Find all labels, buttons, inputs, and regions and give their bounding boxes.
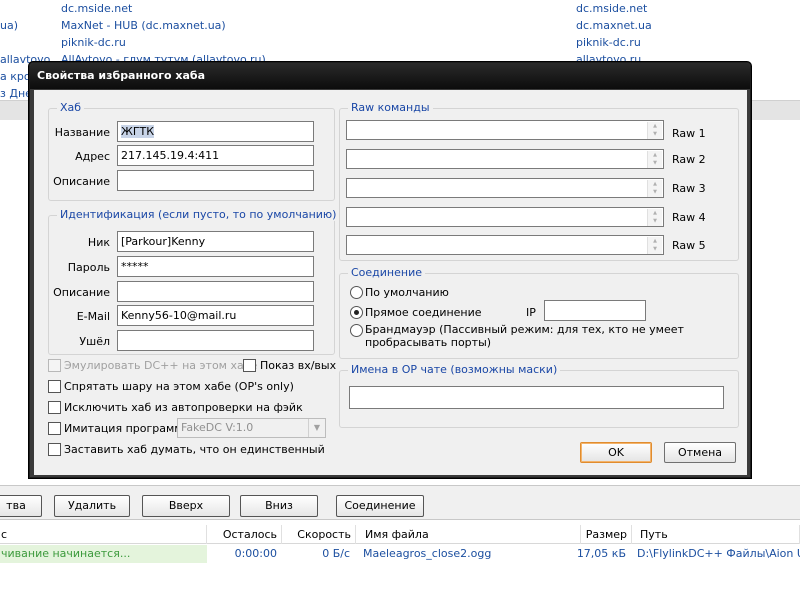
raw-1-input[interactable]: ▲ ▼	[346, 120, 664, 140]
delete-button[interactable]: Удалить	[54, 495, 130, 517]
connection-firewall-label: Брандмауэр (Пассивный режим: для тех, кт…	[365, 323, 684, 349]
away-input[interactable]	[117, 330, 314, 351]
list-item[interactable]: dc.mside.net	[576, 0, 647, 17]
move-down-button[interactable]: Вниз	[240, 495, 318, 517]
column-header-status[interactable]: с	[0, 525, 207, 544]
hub-name-value: ЖГТК	[121, 125, 155, 138]
connection-group-label: Соединение	[348, 266, 426, 279]
list-item[interactable]: dc.maxnet.ua	[576, 17, 652, 34]
connection-direct-label: Прямое соединение	[365, 306, 482, 319]
emulate-dc-checkbox[interactable]	[48, 359, 61, 372]
queue-speed: 0 Б/с	[322, 547, 350, 560]
hide-share-label: Спрятать шару на этом хабе (OP's only)	[64, 380, 294, 393]
queue-remaining: 0:00:00	[234, 547, 277, 560]
password-input[interactable]: *****	[117, 256, 314, 277]
queue-path: D:\FlylinkDC++ Файлы\Aion UA 2	[637, 547, 800, 560]
column-header-filename[interactable]: Имя файла	[361, 525, 581, 544]
nick-label: Ник	[87, 236, 110, 249]
queue-filename: Maeleagros_close2.ogg	[363, 547, 492, 560]
hub-name-label: Название	[54, 126, 110, 139]
toolbar-button-partial[interactable]: тва	[0, 495, 42, 517]
raw-5-input[interactable]: ▲ ▼	[346, 235, 664, 255]
email-label: E-Mail	[76, 310, 110, 323]
raw-2-input[interactable]: ▲ ▼	[346, 149, 664, 169]
op-chat-names-input[interactable]	[349, 386, 724, 409]
imitate-program-select[interactable]: FakeDC V:1.0 ▼	[177, 418, 326, 438]
show-joins-label: Показ вх/вых	[260, 359, 337, 372]
connection-firewall-radio[interactable]	[350, 324, 363, 337]
password-label: Пароль	[67, 261, 110, 274]
ip-label: IP	[526, 306, 536, 319]
hub-name-input[interactable]: ЖГТК	[117, 121, 314, 142]
list-item[interactable]: piknik-dc.ru	[61, 34, 126, 51]
raw-3-label: Raw 3	[672, 182, 706, 195]
nick-input[interactable]: [Parkour]Kenny	[117, 231, 314, 252]
connection-default-label: По умолчанию	[365, 286, 449, 299]
imitate-program-value: FakeDC V:1.0	[181, 421, 254, 434]
exclude-fake-check-label: Исключить хаб из автопроверки на фэйк	[64, 401, 303, 414]
connection-button[interactable]: Соединение	[336, 495, 424, 517]
raw-4-input[interactable]: ▲ ▼	[346, 207, 664, 227]
queue-size: 17,05 кБ	[576, 547, 626, 560]
column-header-speed[interactable]: Скорость	[282, 525, 356, 544]
imitate-program-checkbox[interactable]	[48, 422, 61, 435]
column-header-remaining[interactable]: Осталось	[207, 525, 282, 544]
chevron-down-icon[interactable]: ▼	[308, 419, 325, 437]
list-item[interactable]: piknik-dc.ru	[576, 34, 641, 51]
column-header-size[interactable]: Размер	[560, 525, 632, 544]
hub-address-input[interactable]: 217.145.19.4:411	[117, 145, 314, 166]
ident-description-input[interactable]	[117, 281, 314, 302]
table-row[interactable]: чивание начинается... 0:00:00 0 Б/с Mael…	[0, 545, 800, 563]
only-hub-checkbox[interactable]	[48, 443, 61, 456]
ok-button[interactable]: OK	[580, 442, 652, 463]
radio-selected-dot	[354, 310, 359, 315]
emulate-dc-label: Эмулировать DC++ на этом хабе	[64, 359, 258, 372]
queue-toolbar: тва Удалить Вверх Вниз Соединение	[0, 491, 800, 520]
queue-status: чивание начинается...	[0, 545, 207, 563]
hub-group-label: Хаб	[57, 101, 85, 114]
list-item[interactable]: MaxNet - HUB (dc.maxnet.ua)	[61, 17, 226, 34]
identification-group-label: Идентификация (если пусто, то по умолчан…	[57, 208, 340, 221]
exclude-fake-check-checkbox[interactable]	[48, 401, 61, 414]
email-input[interactable]: Kenny56-10@mail.ru	[117, 305, 314, 326]
hub-description-input[interactable]	[117, 170, 314, 191]
cancel-button[interactable]: Отмена	[664, 442, 736, 463]
raw-2-label: Raw 2	[672, 153, 706, 166]
connection-default-radio[interactable]	[350, 286, 363, 299]
only-hub-label: Заставить хаб думать, что он единственны…	[64, 443, 325, 456]
connection-direct-radio[interactable]	[350, 306, 363, 319]
move-up-button[interactable]: Вверх	[142, 495, 230, 517]
hide-share-checkbox[interactable]	[48, 380, 61, 393]
dialog-title[interactable]: Свойства избранного хаба	[30, 63, 750, 89]
raw-3-input[interactable]: ▲ ▼	[346, 178, 664, 198]
raw-4-label: Raw 4	[672, 211, 706, 224]
list-item[interactable]: dc.mside.net	[61, 0, 132, 17]
imitate-program-label: Имитация программы	[64, 422, 192, 435]
list-item[interactable]: ua)	[0, 17, 18, 34]
hub-address-label: Адрес	[75, 150, 110, 163]
ip-input[interactable]	[544, 300, 646, 321]
raw-1-label: Raw 1	[672, 127, 706, 140]
raw-5-label: Raw 5	[672, 239, 706, 252]
column-header-path[interactable]: Путь	[636, 525, 800, 544]
show-joins-checkbox[interactable]	[243, 359, 256, 372]
hub-description-label: Описание	[53, 175, 110, 188]
dialog-client-area: Хаб Название ЖГТК Адрес 217.145.19.4:411…	[34, 90, 747, 475]
favorite-hub-properties-dialog: Свойства избранного хаба Хаб Название ЖГ…	[29, 62, 751, 478]
away-label: Ушёл	[79, 335, 110, 348]
ident-description-label: Описание	[53, 286, 110, 299]
raw-commands-group-label: Raw команды	[348, 101, 433, 114]
queue-header: с Осталось Скорость Имя файла Размер Пут…	[0, 525, 800, 544]
op-chat-names-group-label: Имена в OP чате (возможны маски)	[348, 363, 561, 376]
